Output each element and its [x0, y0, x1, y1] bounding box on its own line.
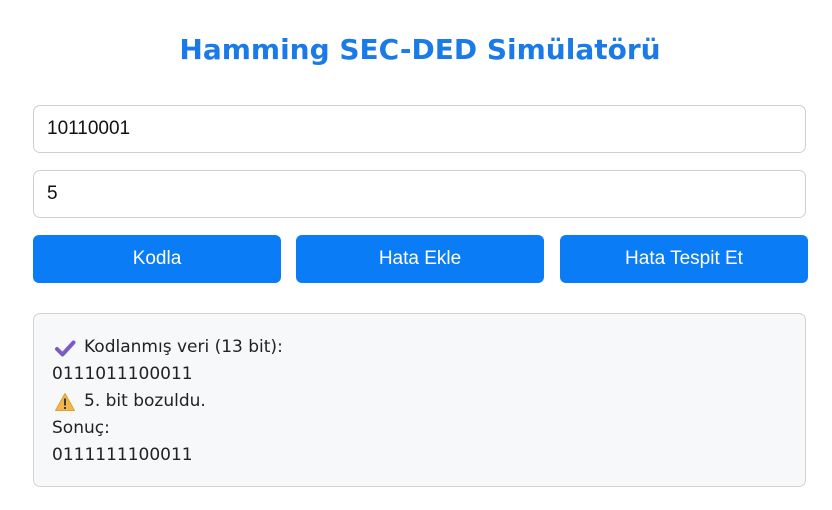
page-title: Hamming SEC-DED Simülatörü: [179, 33, 661, 66]
encoded-label: Kodlanmış veri (13 bit):: [84, 337, 283, 357]
data-input[interactable]: [33, 105, 806, 153]
result-label: Sonuç:: [52, 418, 110, 438]
warning-icon: [54, 391, 76, 413]
error-bit-input[interactable]: [33, 170, 806, 218]
encoded-bits: 0111011100011: [52, 364, 193, 384]
inject-error-button[interactable]: Hata Ekle: [296, 235, 544, 283]
result-bits: 0111111100011: [52, 445, 193, 465]
encoded-line: Kodlanmış veri (13 bit):: [52, 334, 787, 361]
check-icon: [54, 337, 76, 359]
encode-button[interactable]: Kodla: [33, 235, 281, 283]
detect-error-button[interactable]: Hata Tespit Et: [560, 235, 808, 283]
error-message: 5. bit bozuldu.: [84, 391, 206, 411]
error-line: 5. bit bozuldu.: [52, 388, 787, 415]
output-panel: Kodlanmış veri (13 bit): 0111011100011 5…: [33, 313, 806, 487]
